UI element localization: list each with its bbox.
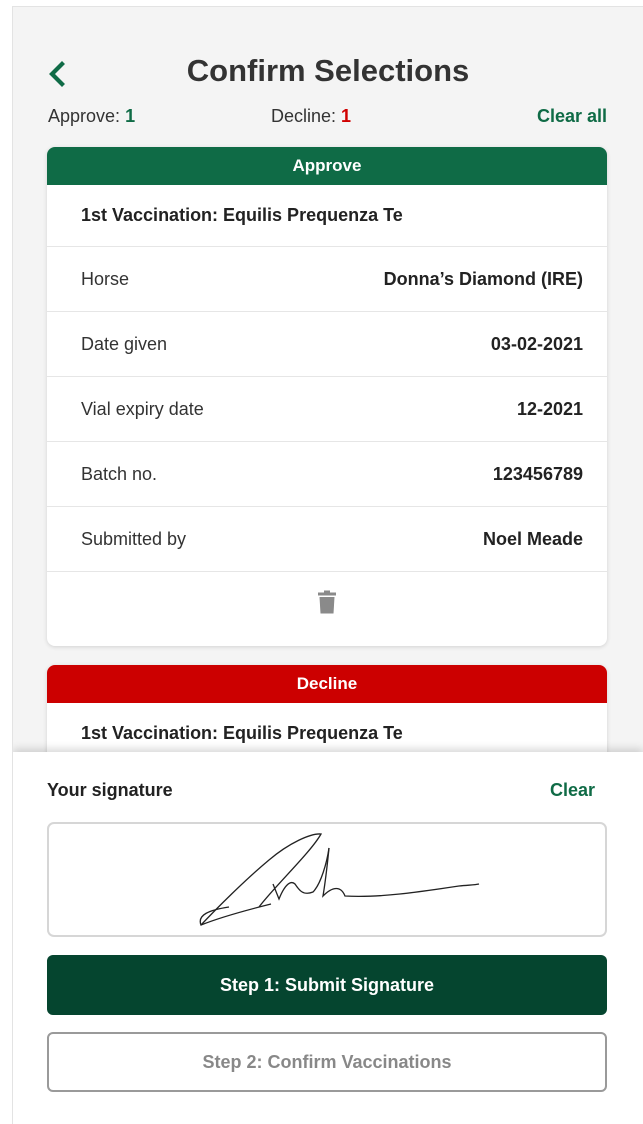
signature-sheet: Your signature Clear Step 1: Submit Sign…: [13, 752, 643, 1124]
signature-label: Your signature: [47, 780, 173, 800]
detail-row-date-given: Date given 03-02-2021: [47, 312, 607, 377]
detail-row-horse: Horse Donna’s Diamond (IRE): [47, 247, 607, 312]
selection-summary: Approve: 1 Decline: 1 Clear all: [48, 106, 607, 132]
confirm-selections-screen: Confirm Selections Approve: 1 Decline: 1…: [12, 6, 643, 1124]
detail-label: Horse: [81, 268, 130, 289]
signature-drawing: [199, 833, 480, 926]
submit-signature-button[interactable]: Step 1: Submit Signature: [47, 955, 607, 1015]
detail-value: 123456789: [492, 463, 583, 484]
signature-pad[interactable]: [47, 822, 607, 937]
detail-value: Donna’s Diamond (IRE): [383, 268, 583, 289]
decline-card-header: Decline: [47, 665, 607, 703]
page-title: Confirm Selections: [186, 53, 470, 88]
clear-all-button[interactable]: Clear all: [537, 106, 607, 127]
detail-row-vial-expiry: Vial expiry date 12-2021: [47, 377, 607, 442]
approve-count-label: Approve:: [48, 106, 121, 126]
confirm-vaccinations-button[interactable]: Step 2: Confirm Vaccinations: [47, 1032, 607, 1092]
detail-label: Submitted by: [81, 528, 187, 549]
approve-card: Approve 1st Vaccination: Equilis Prequen…: [47, 147, 607, 646]
trash-icon: [318, 590, 336, 614]
detail-row-submitted-by: Submitted by Noel Meade: [47, 507, 607, 572]
delete-row: [47, 572, 607, 632]
detail-label: Date given: [81, 333, 168, 354]
detail-label: Batch no.: [81, 463, 158, 484]
decline-count: Decline: 1: [271, 106, 351, 127]
detail-label: Vial expiry date: [81, 398, 204, 419]
detail-value: Noel Meade: [482, 528, 583, 549]
approve-count-value: 1: [125, 106, 136, 126]
approve-count: Approve: 1: [48, 106, 135, 127]
decline-count-value: 1: [341, 106, 352, 126]
delete-button[interactable]: [318, 590, 336, 614]
decline-count-label: Decline:: [271, 106, 337, 126]
detail-value: 12-2021: [516, 398, 583, 419]
vaccination-title: 1st Vaccination: Equilis Prequenza Te: [47, 185, 607, 247]
detail-row-batch-no: Batch no. 123456789: [47, 442, 607, 507]
approve-card-header: Approve: [47, 147, 607, 185]
detail-value: 03-02-2021: [490, 333, 583, 354]
clear-signature-button[interactable]: Clear: [550, 780, 595, 801]
